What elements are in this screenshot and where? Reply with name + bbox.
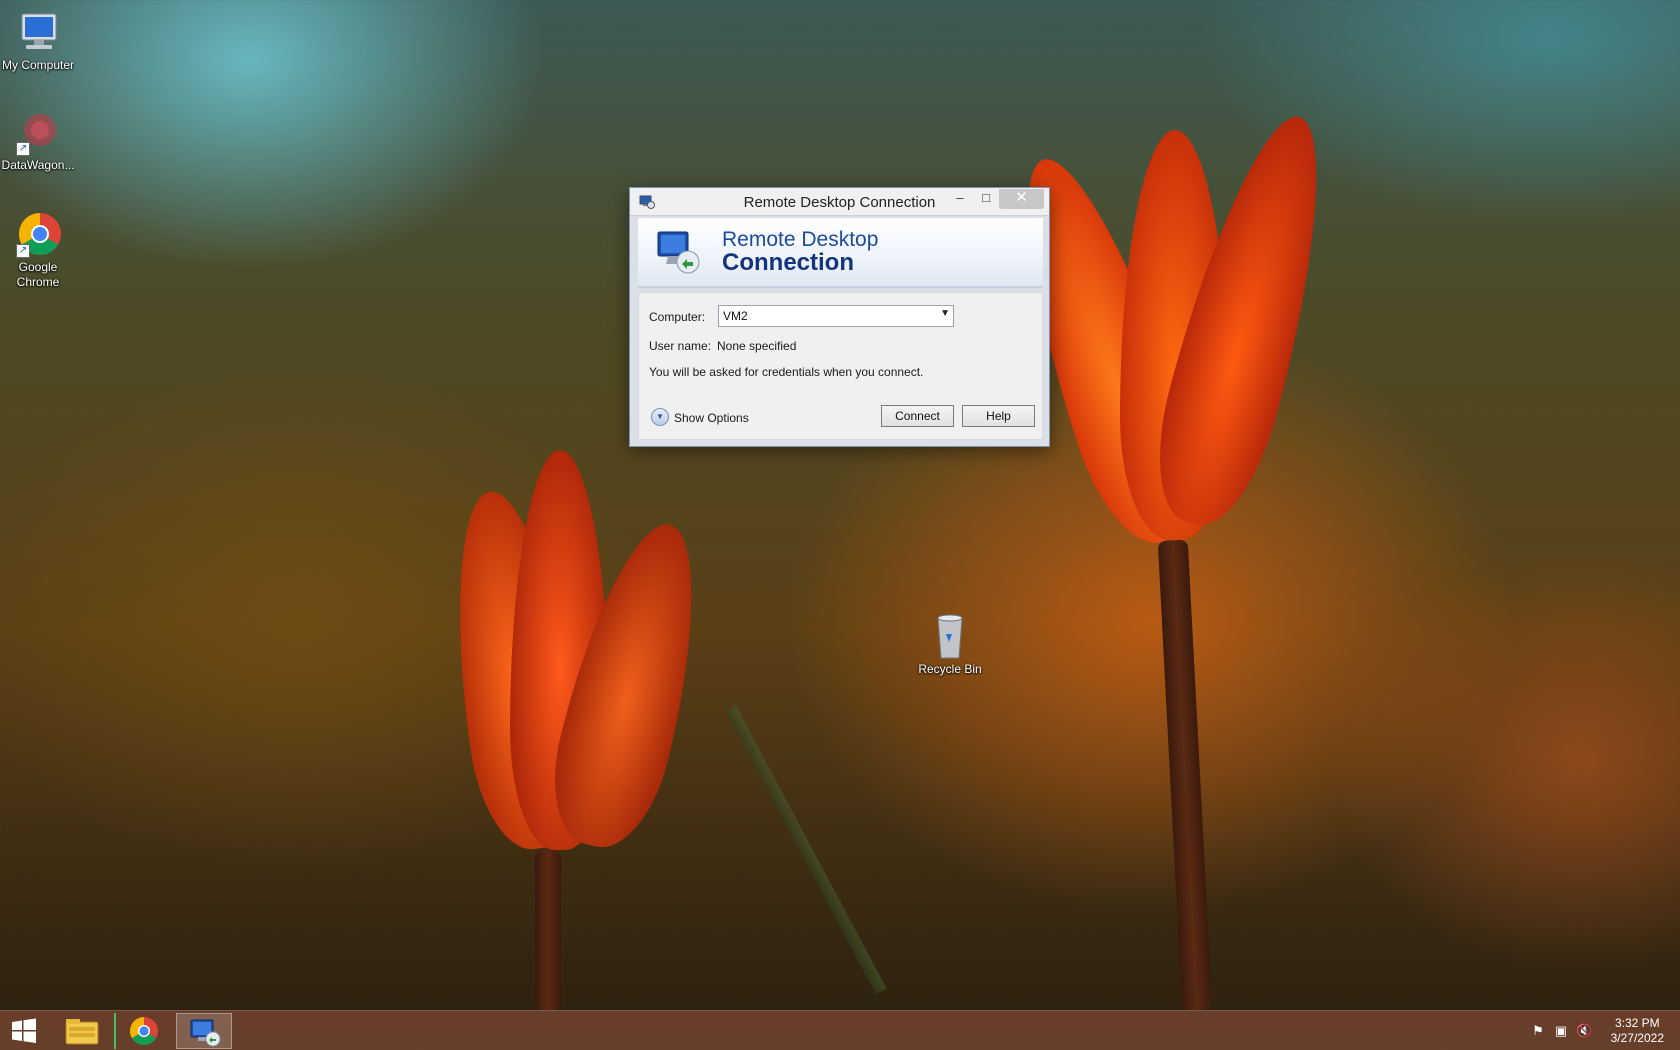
- maximize-button[interactable]: □: [973, 189, 999, 209]
- window-titlebar[interactable]: Remote Desktop Connection – □ ✕: [630, 188, 1049, 216]
- banner-title-line2: Connection: [722, 249, 854, 276]
- shortcut-arrow-icon: ↗: [16, 142, 30, 156]
- desktop-icon-my-computer[interactable]: My Computer: [0, 8, 76, 73]
- action-center-flag-icon[interactable]: ⚑: [1530, 1023, 1546, 1039]
- computer-value: VM2: [723, 309, 748, 323]
- desktop-icon-label: DataWagon...: [1, 158, 75, 172]
- taskbar-file-explorer[interactable]: [54, 1013, 110, 1049]
- remote-desktop-logo-icon: [654, 226, 704, 276]
- taskbar: ⚑ ▣ 🔇 3:32 PM 3/27/2022: [0, 1010, 1680, 1050]
- desktop-icon-recycle-bin[interactable]: Recycle Bin: [912, 612, 988, 677]
- start-button[interactable]: [2, 1013, 46, 1049]
- connect-button[interactable]: Connect: [881, 405, 954, 427]
- computer-icon: [14, 8, 62, 56]
- minimize-button[interactable]: –: [947, 189, 973, 209]
- taskbar-chrome[interactable]: [114, 1013, 170, 1049]
- computer-combobox[interactable]: VM2 ▼: [718, 305, 954, 327]
- network-icon[interactable]: ▣: [1553, 1023, 1569, 1039]
- taskbar-clock[interactable]: 3:32 PM 3/27/2022: [1611, 1016, 1664, 1046]
- desktop-icon-label: Recycle Bin: [918, 662, 982, 676]
- shortcut-arrow-icon: ↗: [16, 244, 30, 258]
- remote-desktop-window: Remote Desktop Connection – □ ✕ Remote D…: [629, 187, 1050, 447]
- chevron-down-icon[interactable]: ▼: [940, 308, 950, 319]
- taskbar-remote-desktop[interactable]: [176, 1013, 232, 1049]
- show-options-link[interactable]: Show Options: [674, 411, 749, 425]
- datawagon-icon: ↗: [14, 108, 62, 156]
- show-options-chevron-icon[interactable]: ▼: [651, 408, 669, 426]
- close-button[interactable]: ✕: [999, 189, 1044, 209]
- credentials-note: You will be asked for credentials when y…: [649, 365, 924, 379]
- desktop-icon-google-chrome[interactable]: ↗ Google Chrome: [0, 210, 76, 290]
- computer-label: Computer:: [649, 310, 706, 324]
- remote-desktop-icon: [190, 1019, 221, 1047]
- desktop-icon-label: Google Chrome: [16, 260, 60, 289]
- clock-time: 3:32 PM: [1614, 1016, 1660, 1030]
- file-explorer-icon: [65, 1019, 99, 1045]
- windows-start-icon: [12, 1018, 36, 1043]
- chrome-icon: ↗: [14, 210, 62, 258]
- username-value: None specified: [717, 339, 797, 353]
- window-body: Computer: VM2 ▼ User name: None specifie…: [638, 292, 1043, 440]
- desktop-icon-label: My Computer: [1, 58, 75, 72]
- help-button[interactable]: Help: [962, 405, 1035, 427]
- chrome-icon: [130, 1017, 158, 1045]
- desktop-icon-datawagon[interactable]: ↗ DataWagon...: [0, 108, 76, 173]
- username-label: User name:: [649, 339, 712, 353]
- recycle-bin-icon: [926, 612, 974, 660]
- volume-muted-icon[interactable]: 🔇: [1576, 1023, 1592, 1039]
- clock-date: 3/27/2022: [1610, 1031, 1664, 1045]
- window-banner: Remote Desktop Connection: [638, 218, 1043, 288]
